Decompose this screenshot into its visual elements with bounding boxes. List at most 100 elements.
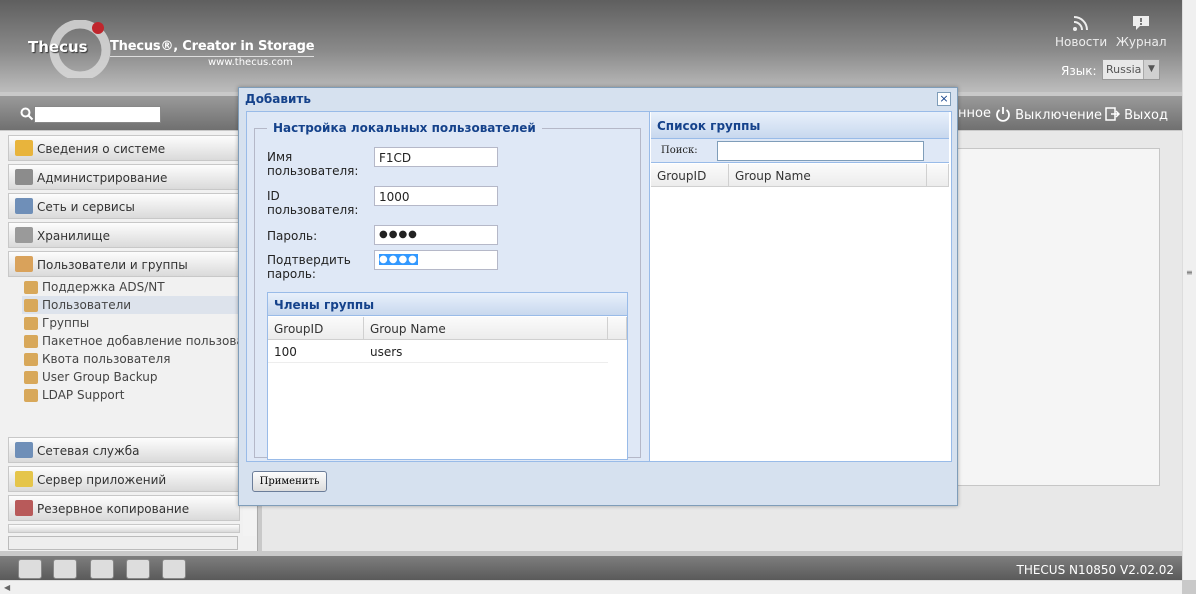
user-icon xyxy=(24,299,38,312)
news-button[interactable]: Новости xyxy=(1055,14,1107,49)
group-icon xyxy=(24,317,38,330)
username-label-line1: Имя xyxy=(267,150,293,164)
shutdown-label: Выключение xyxy=(1015,108,1103,123)
nav-label: Администрирование xyxy=(37,171,168,185)
brand-website: www.thecus.com xyxy=(208,57,293,68)
nav-label: Резервное копирование xyxy=(37,502,190,516)
sidebar-item-label: User Group Backup xyxy=(42,370,158,384)
chevron-down-icon[interactable]: ▼ xyxy=(1143,60,1159,79)
group-list-col-groupname[interactable]: Group Name xyxy=(729,164,927,187)
nav-more[interactable] xyxy=(8,524,240,533)
chat-bubble-icon xyxy=(1133,16,1150,30)
journal-button[interactable]: Журнал xyxy=(1116,14,1167,49)
username-input[interactable]: F1CD xyxy=(374,147,498,167)
disk-status-icon[interactable] xyxy=(18,559,42,579)
logout-button[interactable]: Выход xyxy=(1104,106,1168,123)
sidebar-item-user-group-backup[interactable]: User Group Backup xyxy=(22,368,240,386)
sidebar-item-quota[interactable]: Квота пользователя xyxy=(22,350,240,368)
confirm-password-label: Подтвердить пароль: xyxy=(267,253,351,281)
group-search-input[interactable] xyxy=(717,141,924,161)
search-icon xyxy=(20,107,34,121)
nav-storage[interactable]: Хранилище xyxy=(8,222,240,248)
table-row[interactable]: 100 users xyxy=(268,341,608,363)
password-input[interactable]: ●●●● xyxy=(374,225,498,245)
nav-label: Сведения о системе xyxy=(37,142,166,156)
dialog-body: Настройка локальных пользователей Имя по… xyxy=(246,111,952,462)
members-col-groupid[interactable]: GroupID xyxy=(268,317,364,340)
rss-icon xyxy=(1073,16,1089,31)
menu-search-input[interactable] xyxy=(34,106,161,123)
language-select[interactable]: Russia ▼ xyxy=(1102,59,1160,80)
storage-icon xyxy=(15,227,33,243)
sidebar-item-label: Квота пользователя xyxy=(42,352,171,366)
nav-users-groups[interactable]: Пользователи и группы xyxy=(8,251,240,277)
nav-network-service[interactable]: Сетевая служба xyxy=(8,437,240,463)
nav-administration[interactable]: Администрирование xyxy=(8,164,240,190)
app-server-icon xyxy=(15,471,33,487)
nav-system-info[interactable]: Сведения о системе xyxy=(8,135,240,161)
backup-users-icon xyxy=(24,371,38,384)
group-members-panel: Члены группы GroupID Group Name 100 user… xyxy=(267,292,628,460)
shutdown-button[interactable]: Выключение xyxy=(995,106,1102,123)
scroll-left-icon[interactable]: ◀ xyxy=(4,583,10,592)
nav-label: Сеть и сервисы xyxy=(37,200,135,214)
uid-label-line2: пользователя: xyxy=(267,203,359,217)
uid-input[interactable]: 1000 xyxy=(374,186,498,206)
power-icon xyxy=(996,107,1010,122)
language-label: Язык: xyxy=(1061,64,1097,78)
sidebar: Сведения о системе Администрирование Сет… xyxy=(0,131,258,551)
local-user-settings-pane: Настройка локальных пользователей Имя по… xyxy=(247,112,650,461)
confirm-password-input[interactable]: ●●●● xyxy=(374,250,498,270)
username-label: Имя пользователя: xyxy=(267,150,358,178)
fieldset-legend: Настройка локальных пользователей xyxy=(267,121,542,135)
toolbar-partial-button[interactable]: нное xyxy=(958,106,991,121)
journal-label: Журнал xyxy=(1116,35,1167,49)
network-status-icon[interactable] xyxy=(162,559,186,579)
group-list-title: Список группы xyxy=(651,112,949,139)
username-label-line2: пользователя: xyxy=(267,164,359,178)
sidebar-item-label: Поддержка ADS/NT xyxy=(42,280,165,294)
fan-status-icon[interactable] xyxy=(90,559,114,579)
storage-status-icon[interactable] xyxy=(53,559,77,579)
group-members-title: Члены группы xyxy=(268,293,627,316)
confirm-label-line2: пароль: xyxy=(267,267,316,281)
page-horizontal-scrollbar[interactable]: ◀ xyxy=(0,580,1182,594)
member-groupname: users xyxy=(370,345,403,359)
info-icon xyxy=(15,140,33,156)
uid-label: ID пользователя: xyxy=(267,189,358,217)
logout-icon xyxy=(1105,107,1121,121)
apply-button[interactable]: Применить xyxy=(252,471,327,492)
nav-app-server[interactable]: Сервер приложений xyxy=(8,466,240,492)
group-list-col-groupid[interactable]: GroupID xyxy=(651,164,729,187)
add-user-dialog: Добавить × Настройка локальных пользоват… xyxy=(238,87,958,506)
nav-backup[interactable]: Резервное копирование xyxy=(8,495,240,521)
group-list-pane: Список группы Поиск: GroupID Group Name xyxy=(651,112,951,461)
news-label: Новости xyxy=(1055,35,1108,49)
sidebar-item-ldap[interactable]: LDAP Support xyxy=(22,386,240,404)
nav-label: Сервер приложений xyxy=(37,473,167,487)
sidebar-item-batch-add[interactable]: Пакетное добавление пользователей xyxy=(22,332,240,350)
nav-label: Сетевая служба xyxy=(37,444,140,458)
sidebar-item-users[interactable]: Пользователи xyxy=(22,296,240,314)
users-icon xyxy=(15,256,33,272)
members-col-groupname[interactable]: Group Name xyxy=(364,317,608,340)
tools-icon xyxy=(15,169,33,185)
sidebar-horizontal-scrollbar[interactable] xyxy=(8,536,238,550)
sidebar-item-label: LDAP Support xyxy=(42,388,125,402)
dialog-title: Добавить xyxy=(245,92,311,106)
language-value: Russia xyxy=(1106,63,1142,76)
network-icon xyxy=(15,198,33,214)
members-col-spacer xyxy=(608,317,627,340)
app-header: Thecus Thecus®, Creator in Storage www.t… xyxy=(0,0,1182,92)
network-service-icon xyxy=(15,442,33,458)
sidebar-item-label: Пользователи xyxy=(42,298,132,312)
nav-network-services[interactable]: Сеть и сервисы xyxy=(8,193,240,219)
sidebar-item-ads-nt[interactable]: Поддержка ADS/NT xyxy=(22,278,240,296)
nav-label: Пользователи и группы xyxy=(37,258,188,272)
sidebar-item-groups[interactable]: Группы xyxy=(22,314,240,332)
temperature-status-icon[interactable] xyxy=(126,559,150,579)
selected-password-text: ●●●● xyxy=(379,254,418,265)
sidebar-item-label: Пакетное добавление пользователей xyxy=(42,334,240,348)
page-vertical-scrollbar[interactable]: ≡ xyxy=(1182,0,1196,580)
close-icon[interactable]: × xyxy=(937,92,951,106)
